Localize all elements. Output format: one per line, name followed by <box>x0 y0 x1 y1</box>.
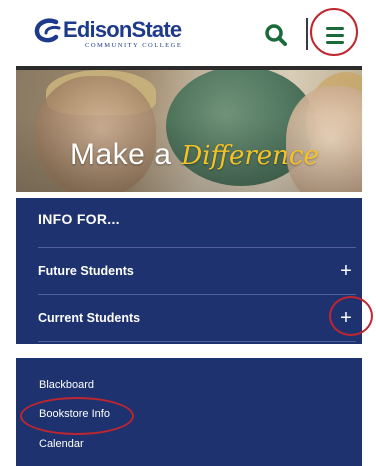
logo-swoosh-icon <box>34 18 62 44</box>
plus-icon[interactable]: + <box>336 261 356 281</box>
accordion-label: Future Students <box>38 264 134 278</box>
link-bookstore-info[interactable]: Bookstore Info <box>39 408 110 420</box>
accordion-current-students[interactable]: Current Students + <box>38 295 356 341</box>
search-icon <box>265 24 287 46</box>
info-for-heading: INFO FOR... <box>38 211 120 227</box>
hamburger-menu-icon <box>326 26 344 30</box>
plus-icon[interactable]: + <box>336 308 356 328</box>
hero-tagline-plain: Make a <box>70 138 172 171</box>
info-for-panel: INFO FOR... Future Students + Current St… <box>16 198 362 344</box>
menu-button[interactable] <box>320 22 350 48</box>
site-header: EdisonState COMMUNITY COLLEGE <box>0 0 376 66</box>
accordion-label: Current Students <box>38 311 141 325</box>
info-divider <box>38 341 356 342</box>
logo-subtitle: COMMUNITY COLLEGE <box>85 42 183 49</box>
hero-tagline: Make a Difference <box>70 138 319 172</box>
search-button[interactable] <box>263 22 289 48</box>
hero-banner: Make a Difference <box>16 66 362 192</box>
header-divider <box>306 18 308 50</box>
link-calendar[interactable]: Calendar <box>39 438 84 450</box>
edison-state-logo[interactable]: EdisonState COMMUNITY COLLEGE <box>34 18 182 52</box>
link-blackboard[interactable]: Blackboard <box>39 379 94 391</box>
logo-name: EdisonState <box>63 17 182 42</box>
accordion-future-students[interactable]: Future Students + <box>38 248 356 294</box>
current-students-links-panel: Blackboard Bookstore Info Calendar <box>16 358 362 466</box>
hero-tagline-script: Difference <box>181 141 319 171</box>
